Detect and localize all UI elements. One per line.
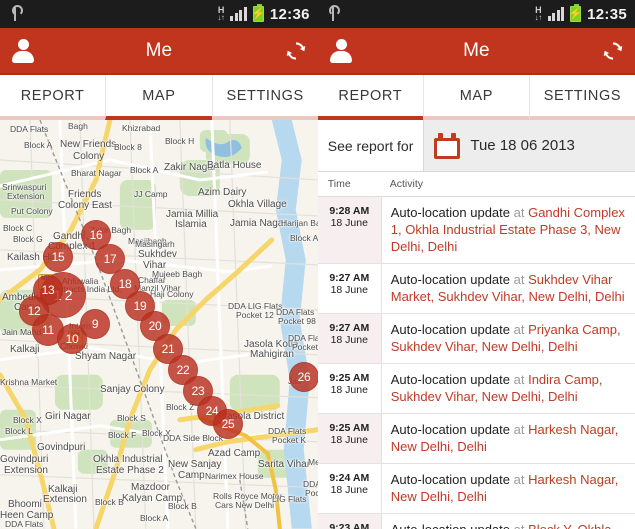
map-view[interactable]: DDA Flats Bagh Khizrabad Block H Block A New … bbox=[0, 120, 318, 529]
row-time-cell: 9:24 AM 18 June bbox=[317, 464, 382, 513]
row-time: 9:25 AM bbox=[329, 422, 370, 434]
status-bar-left bbox=[8, 5, 23, 23]
tab-report[interactable]: REPORT bbox=[0, 75, 106, 120]
status-bar: H ↓↑ ⚡ 12:35 bbox=[317, 0, 635, 28]
row-activity-action: Auto-location update bbox=[390, 472, 511, 487]
row-time-cell: 9:25 AM 18 June bbox=[317, 414, 382, 463]
signal-bars-icon bbox=[230, 7, 247, 21]
page-title: Me bbox=[463, 39, 490, 61]
map-marker[interactable]: 15 bbox=[43, 242, 73, 272]
tab-settings[interactable]: SETTINGS bbox=[528, 75, 635, 120]
report-row-list[interactable]: 9:28 AM 18 June Auto-location update at Ga… bbox=[317, 197, 635, 529]
action-bar: Me bbox=[0, 28, 318, 75]
row-date: 18 June bbox=[330, 334, 368, 346]
row-activity-at: at bbox=[510, 522, 528, 529]
refresh-icon[interactable] bbox=[284, 39, 308, 63]
tab-map[interactable]: MAP bbox=[105, 75, 212, 120]
map-marker[interactable]: 26 bbox=[289, 362, 318, 392]
table-row[interactable]: 9:25 AM 18 June Auto-location update at In… bbox=[317, 364, 635, 414]
row-time-cell: 9:27 AM 18 June bbox=[317, 264, 382, 313]
row-activity-at: at bbox=[510, 422, 529, 437]
map-marker[interactable]: 9 bbox=[80, 309, 110, 339]
calendar-icon bbox=[434, 132, 461, 159]
right-screen-report: H ↓↑ ⚡ 12:35 Me REPORT MAP SETTINGS See r… bbox=[317, 0, 635, 529]
report-column-headers: Time Activity bbox=[317, 172, 635, 197]
row-time: 9:23 AM bbox=[329, 522, 370, 529]
row-activity-action: Auto-location update bbox=[390, 272, 511, 287]
row-time-cell: 9:28 AM 18 June bbox=[317, 197, 382, 263]
row-date: 18 June bbox=[330, 217, 368, 229]
row-activity-cell: Auto-location update at Sukhdev Vihar Ma… bbox=[382, 264, 635, 313]
usb-icon bbox=[8, 5, 23, 23]
see-report-for-label: See report for bbox=[327, 137, 414, 154]
table-row[interactable]: 9:24 AM 18 June Auto-location update at Ha… bbox=[317, 464, 635, 514]
status-bar: H ↓↑ ⚡ 12:36 bbox=[0, 0, 318, 28]
tab-settings[interactable]: SETTINGS bbox=[211, 75, 318, 120]
battery-charging-icon: ⚡ bbox=[252, 4, 265, 22]
row-activity-at: at bbox=[510, 322, 529, 337]
row-time: 9:25 AM bbox=[329, 372, 370, 384]
h-plus-icon: H ↓↑ bbox=[217, 5, 225, 22]
row-activity-cell: Auto-location update at Block Y, Okhla I… bbox=[382, 514, 635, 529]
date-picker-button[interactable]: Tue 18 06 2013 bbox=[423, 120, 635, 171]
row-activity-action: Auto-location update bbox=[390, 205, 511, 220]
row-date: 18 June bbox=[330, 384, 368, 396]
status-clock: 12:35 bbox=[587, 5, 627, 23]
row-activity-at: at bbox=[510, 372, 529, 387]
usb-icon bbox=[326, 5, 341, 23]
row-time-cell: 9:25 AM 18 June bbox=[317, 364, 382, 413]
selected-date-value: Tue 18 06 2013 bbox=[470, 137, 575, 154]
table-row[interactable]: 9:27 AM 18 June Auto-location update at Pr… bbox=[317, 314, 635, 364]
row-activity-cell: Auto-location update at Harkesh Nagar, N… bbox=[382, 464, 635, 513]
left-screen-map: H ↓↑ ⚡ 12:36 Me REPORT MAP SETTINGS DDA … bbox=[0, 0, 318, 529]
row-time: 9:27 AM bbox=[329, 272, 370, 284]
status-bar-right: H ↓↑ ⚡ 12:36 bbox=[217, 4, 310, 23]
row-time-cell: 9:23 AM18 June bbox=[317, 514, 382, 529]
signal-bars-icon bbox=[547, 7, 565, 21]
status-bar-left bbox=[326, 5, 341, 23]
row-time: 9:24 AM bbox=[329, 472, 370, 484]
column-header-time: Time bbox=[327, 178, 351, 190]
person-icon[interactable] bbox=[328, 38, 354, 64]
row-activity-action: Auto-location update bbox=[390, 372, 511, 387]
person-icon[interactable] bbox=[10, 38, 36, 64]
status-clock: 12:36 bbox=[269, 5, 310, 23]
page-title: Me bbox=[145, 39, 173, 61]
refresh-icon[interactable] bbox=[601, 39, 625, 63]
row-activity-action: Auto-location update bbox=[391, 522, 510, 529]
battery-charging-icon: ⚡ bbox=[569, 4, 582, 22]
row-time: 9:28 AM bbox=[329, 205, 370, 217]
row-activity-at: at bbox=[510, 472, 529, 487]
tab-report[interactable]: REPORT bbox=[317, 75, 423, 120]
row-time-cell: 9:27 AM 18 June bbox=[317, 314, 382, 363]
h-plus-icon: H ↓↑ bbox=[534, 5, 543, 22]
row-date: 18 June bbox=[330, 484, 368, 496]
table-row[interactable]: 9:25 AM 18 June Auto-location update at Ha… bbox=[317, 414, 635, 464]
table-row[interactable]: 9:23 AM18 JuneAuto-location update at Bl… bbox=[317, 514, 635, 529]
row-activity-action: Auto-location update bbox=[390, 322, 511, 337]
row-activity-at: at bbox=[510, 272, 529, 287]
row-activity-cell: Auto-location update at Harkesh Nagar, N… bbox=[382, 414, 635, 463]
table-row[interactable]: 9:27 AM 18 June Auto-location update at Su… bbox=[317, 264, 635, 314]
row-activity-at: at bbox=[510, 205, 529, 220]
row-date: 18 June bbox=[330, 284, 368, 296]
map-marker[interactable]: 25 bbox=[213, 409, 243, 439]
table-row[interactable]: 9:28 AM 18 June Auto-location update at Ga… bbox=[317, 197, 635, 264]
tab-map[interactable]: MAP bbox=[422, 75, 529, 120]
row-activity-cell: Auto-location update at Indira Camp, Suk… bbox=[382, 364, 635, 413]
status-bar-right: H ↓↑ ⚡ 12:35 bbox=[534, 4, 627, 23]
row-activity-cell: Auto-location update at Priyanka Camp, S… bbox=[382, 314, 635, 363]
report-date-bar: See report for Tue 18 06 2013 bbox=[317, 120, 635, 172]
tab-bar: REPORT MAP SETTINGS bbox=[317, 75, 635, 120]
column-header-activity: Activity bbox=[389, 178, 424, 190]
action-bar: Me bbox=[317, 28, 635, 75]
tab-bar: REPORT MAP SETTINGS bbox=[0, 75, 318, 120]
row-activity-action: Auto-location update bbox=[390, 422, 511, 437]
row-date: 18 June bbox=[330, 434, 368, 446]
row-activity-cell: Auto-location update at Gandhi Complex 1… bbox=[382, 197, 635, 263]
dual-screenshot-container: H ↓↑ ⚡ 12:36 Me REPORT MAP SETTINGS DDA … bbox=[0, 0, 635, 529]
row-time: 9:27 AM bbox=[329, 322, 370, 334]
